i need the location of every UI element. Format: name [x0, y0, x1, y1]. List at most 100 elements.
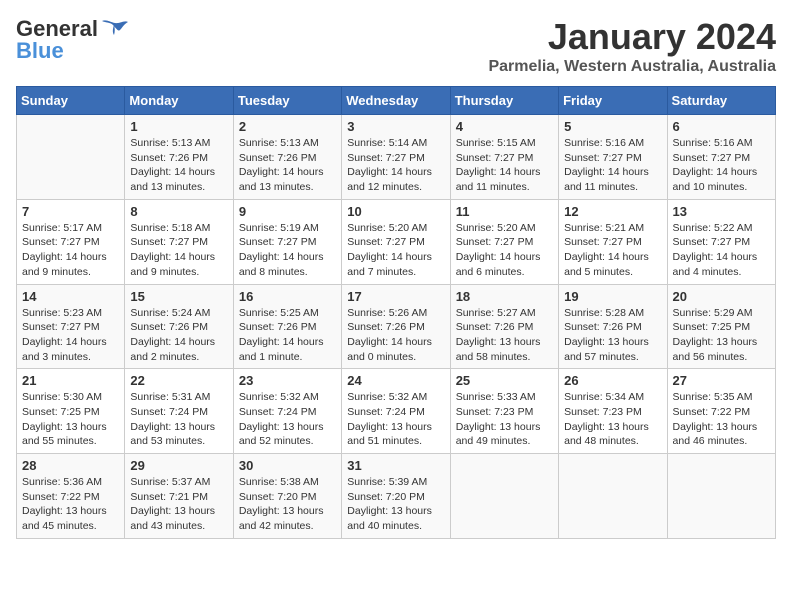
- day-number: 1: [130, 119, 227, 134]
- day-number: 11: [456, 204, 553, 219]
- day-number: 28: [22, 458, 119, 473]
- table-row: 25 Sunrise: 5:33 AM Sunset: 7:23 PM Dayli…: [450, 369, 558, 454]
- table-row: 1 Sunrise: 5:13 AM Sunset: 7:26 PM Daylig…: [125, 115, 233, 200]
- day-number: 7: [22, 204, 119, 219]
- table-row: [559, 454, 667, 539]
- day-info: Sunrise: 5:35 AM Sunset: 7:22 PM Dayligh…: [673, 390, 770, 449]
- table-row: 18 Sunrise: 5:27 AM Sunset: 7:26 PM Dayli…: [450, 284, 558, 369]
- day-info: Sunrise: 5:13 AM Sunset: 7:26 PM Dayligh…: [130, 136, 227, 195]
- calendar-week-1: 1 Sunrise: 5:13 AM Sunset: 7:26 PM Daylig…: [17, 115, 776, 200]
- table-row: 16Sunrise: 5:25 AM Sunset: 7:26 PM Dayli…: [233, 284, 341, 369]
- calendar-table: Sunday Monday Tuesday Wednesday Thursday…: [16, 86, 776, 539]
- col-friday: Friday: [559, 87, 667, 115]
- table-row: 15Sunrise: 5:24 AM Sunset: 7:26 PM Dayli…: [125, 284, 233, 369]
- day-number: 23: [239, 373, 336, 388]
- title-block: January 2024 Parmelia, Western Australia…: [488, 16, 776, 76]
- day-number: 8: [130, 204, 227, 219]
- day-number: 19: [564, 289, 661, 304]
- page-header: General Blue January 2024 Parmelia, West…: [16, 16, 776, 76]
- table-row: 4 Sunrise: 5:15 AM Sunset: 7:27 PM Daylig…: [450, 115, 558, 200]
- table-row: 14 Sunrise: 5:23 AM Sunset: 7:27 PM Dayli…: [17, 284, 125, 369]
- day-number: 12: [564, 204, 661, 219]
- day-info: Sunrise: 5:34 AM Sunset: 7:23 PM Dayligh…: [564, 390, 661, 449]
- col-wednesday: Wednesday: [342, 87, 450, 115]
- table-row: [667, 454, 775, 539]
- day-number: 31: [347, 458, 444, 473]
- day-number: 29: [130, 458, 227, 473]
- table-row: 23 Sunrise: 5:32 AM Sunset: 7:24 PM Dayli…: [233, 369, 341, 454]
- day-info: Sunrise: 5:29 AM Sunset: 7:25 PM Dayligh…: [673, 306, 770, 365]
- day-info: Sunrise: 5:32 AM Sunset: 7:24 PM Dayligh…: [239, 390, 336, 449]
- table-row: 28 Sunrise: 5:36 AM Sunset: 7:22 PM Dayli…: [17, 454, 125, 539]
- day-number: 27: [673, 373, 770, 388]
- day-number: 25: [456, 373, 553, 388]
- day-number: 30: [239, 458, 336, 473]
- day-info: Sunrise: 5:39 AM Sunset: 7:20 PM Dayligh…: [347, 475, 444, 534]
- day-info: Sunrise: 5:21 AM Sunset: 7:27 PM Dayligh…: [564, 221, 661, 280]
- day-info: Sunrise: 5:20 AM Sunset: 7:27 PM Dayligh…: [347, 221, 444, 280]
- table-row: 22Sunrise: 5:31 AM Sunset: 7:24 PM Dayli…: [125, 369, 233, 454]
- day-info: Sunrise: 5:27 AM Sunset: 7:26 PM Dayligh…: [456, 306, 553, 365]
- table-row: 3 Sunrise: 5:14 AM Sunset: 7:27 PM Daylig…: [342, 115, 450, 200]
- day-number: 20: [673, 289, 770, 304]
- day-info: Sunrise: 5:38 AM Sunset: 7:20 PM Dayligh…: [239, 475, 336, 534]
- col-tuesday: Tuesday: [233, 87, 341, 115]
- table-row: 24Sunrise: 5:32 AM Sunset: 7:24 PM Dayli…: [342, 369, 450, 454]
- day-info: Sunrise: 5:30 AM Sunset: 7:25 PM Dayligh…: [22, 390, 119, 449]
- day-info: Sunrise: 5:13 AM Sunset: 7:26 PM Dayligh…: [239, 136, 336, 195]
- table-row: [17, 115, 125, 200]
- day-info: Sunrise: 5:32 AM Sunset: 7:24 PM Dayligh…: [347, 390, 444, 449]
- col-thursday: Thursday: [450, 87, 558, 115]
- calendar-week-4: 21 Sunrise: 5:30 AM Sunset: 7:25 PM Dayli…: [17, 369, 776, 454]
- day-number: 10: [347, 204, 444, 219]
- table-row: 19 Sunrise: 5:28 AM Sunset: 7:26 PM Dayli…: [559, 284, 667, 369]
- calendar-week-5: 28 Sunrise: 5:36 AM Sunset: 7:22 PM Dayli…: [17, 454, 776, 539]
- table-row: 6Sunrise: 5:16 AM Sunset: 7:27 PM Daylig…: [667, 115, 775, 200]
- day-number: 18: [456, 289, 553, 304]
- calendar-week-2: 7Sunrise: 5:17 AM Sunset: 7:27 PM Daylig…: [17, 199, 776, 284]
- day-number: 9: [239, 204, 336, 219]
- day-info: Sunrise: 5:18 AM Sunset: 7:27 PM Dayligh…: [130, 221, 227, 280]
- table-row: 2 Sunrise: 5:13 AM Sunset: 7:26 PM Daylig…: [233, 115, 341, 200]
- day-number: 16: [239, 289, 336, 304]
- table-row: 9Sunrise: 5:19 AM Sunset: 7:27 PM Daylig…: [233, 199, 341, 284]
- logo: General Blue: [16, 16, 130, 64]
- table-row: 7Sunrise: 5:17 AM Sunset: 7:27 PM Daylig…: [17, 199, 125, 284]
- day-info: Sunrise: 5:26 AM Sunset: 7:26 PM Dayligh…: [347, 306, 444, 365]
- calendar-header-row: Sunday Monday Tuesday Wednesday Thursday…: [17, 87, 776, 115]
- day-number: 14: [22, 289, 119, 304]
- day-number: 17: [347, 289, 444, 304]
- table-row: 13Sunrise: 5:22 AM Sunset: 7:27 PM Dayli…: [667, 199, 775, 284]
- day-info: Sunrise: 5:36 AM Sunset: 7:22 PM Dayligh…: [22, 475, 119, 534]
- day-info: Sunrise: 5:37 AM Sunset: 7:21 PM Dayligh…: [130, 475, 227, 534]
- day-info: Sunrise: 5:31 AM Sunset: 7:24 PM Dayligh…: [130, 390, 227, 449]
- day-info: Sunrise: 5:16 AM Sunset: 7:27 PM Dayligh…: [564, 136, 661, 195]
- day-info: Sunrise: 5:20 AM Sunset: 7:27 PM Dayligh…: [456, 221, 553, 280]
- table-row: 10 Sunrise: 5:20 AM Sunset: 7:27 PM Dayli…: [342, 199, 450, 284]
- day-info: Sunrise: 5:23 AM Sunset: 7:27 PM Dayligh…: [22, 306, 119, 365]
- logo-bird-icon: [100, 18, 130, 40]
- day-info: Sunrise: 5:15 AM Sunset: 7:27 PM Dayligh…: [456, 136, 553, 195]
- table-row: 26 Sunrise: 5:34 AM Sunset: 7:23 PM Dayli…: [559, 369, 667, 454]
- day-number: 3: [347, 119, 444, 134]
- table-row: 29 Sunrise: 5:37 AM Sunset: 7:21 PM Dayli…: [125, 454, 233, 539]
- table-row: 8 Sunrise: 5:18 AM Sunset: 7:27 PM Daylig…: [125, 199, 233, 284]
- day-info: Sunrise: 5:28 AM Sunset: 7:26 PM Dayligh…: [564, 306, 661, 365]
- day-info: Sunrise: 5:22 AM Sunset: 7:27 PM Dayligh…: [673, 221, 770, 280]
- day-number: 2: [239, 119, 336, 134]
- table-row: [450, 454, 558, 539]
- day-info: Sunrise: 5:14 AM Sunset: 7:27 PM Dayligh…: [347, 136, 444, 195]
- logo-blue-text: Blue: [16, 38, 64, 64]
- day-number: 26: [564, 373, 661, 388]
- day-number: 5: [564, 119, 661, 134]
- calendar-subtitle: Parmelia, Western Australia, Australia: [488, 58, 776, 76]
- day-info: Sunrise: 5:33 AM Sunset: 7:23 PM Dayligh…: [456, 390, 553, 449]
- col-sunday: Sunday: [17, 87, 125, 115]
- calendar-title: January 2024: [488, 16, 776, 58]
- table-row: 21 Sunrise: 5:30 AM Sunset: 7:25 PM Dayli…: [17, 369, 125, 454]
- table-row: 30 Sunrise: 5:38 AM Sunset: 7:20 PM Dayli…: [233, 454, 341, 539]
- table-row: 20 Sunrise: 5:29 AM Sunset: 7:25 PM Dayli…: [667, 284, 775, 369]
- day-number: 4: [456, 119, 553, 134]
- day-number: 21: [22, 373, 119, 388]
- day-info: Sunrise: 5:24 AM Sunset: 7:26 PM Dayligh…: [130, 306, 227, 365]
